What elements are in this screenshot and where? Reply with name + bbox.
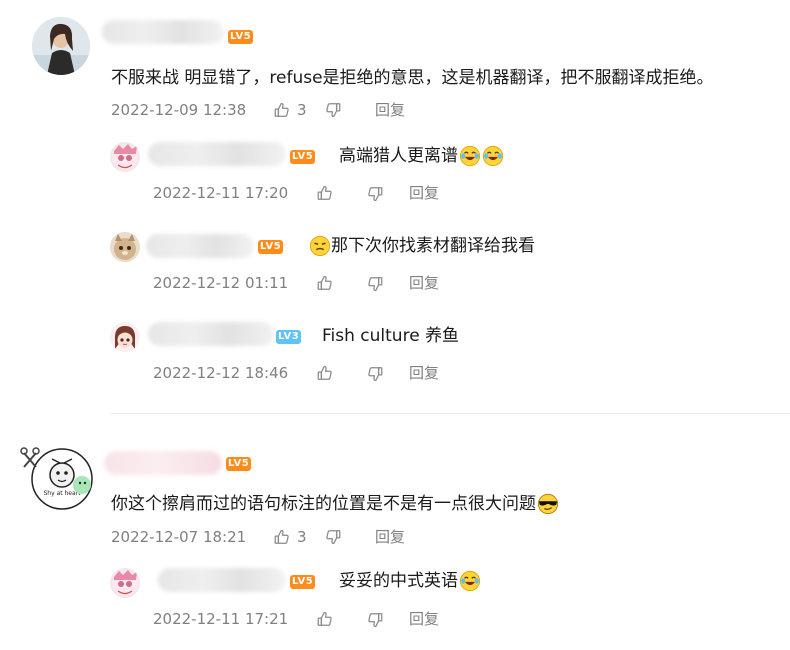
thumbs-up-icon — [273, 528, 291, 546]
user-level-badge: LV5 — [226, 457, 252, 471]
like-button[interactable] — [316, 364, 334, 382]
like-button[interactable] — [316, 184, 334, 202]
comment-text: 你这个擦肩而过的语句标注的位置是不是有一点很大问题 — [111, 493, 559, 515]
thumbs-up-icon — [316, 184, 334, 202]
comment-time: 2022-12-07 18:21 — [111, 528, 247, 546]
thumbs-down-icon — [324, 101, 342, 119]
dislike-button[interactable] — [366, 185, 384, 203]
reply-text: 高端猎人更离谱 — [339, 145, 504, 167]
like-count: 3 — [297, 101, 307, 119]
reply-button[interactable]: 回复 — [375, 100, 405, 120]
username[interactable] — [146, 234, 254, 258]
comment: LV5 不服来战 明显错了，refuse是拒绝的意思，这是机器翻译，把不服翻译成… — [0, 0, 790, 410]
thumbs-down-icon — [366, 275, 384, 293]
user-level-badge: LV5 — [290, 575, 316, 589]
thumbs-down-icon — [324, 528, 342, 546]
reply-button[interactable]: 回复 — [409, 273, 439, 293]
thumbs-down-icon — [366, 365, 384, 383]
reply-text-content: 妥妥的中式英语 — [339, 571, 458, 591]
avatar[interactable] — [32, 17, 90, 75]
like-button[interactable]: 3 — [273, 527, 307, 547]
reply-button[interactable]: 回复 — [409, 183, 439, 203]
avatar[interactable] — [110, 232, 140, 262]
reply-button[interactable]: 回复 — [409, 609, 439, 629]
comment-divider — [110, 413, 790, 414]
thumbs-up-icon — [316, 274, 334, 292]
dislike-button[interactable] — [366, 611, 384, 629]
reply-time: 2022-12-12 01:11 — [153, 274, 289, 292]
avatar[interactable]: Shy at heart — [20, 437, 98, 515]
thumbs-up-icon — [316, 610, 334, 628]
user-level-badge: LV3 — [276, 330, 302, 344]
dislike-button[interactable] — [324, 101, 342, 119]
reply-time: 2022-12-12 18:46 — [153, 364, 289, 382]
comment-time: 2022-12-09 12:38 — [111, 101, 247, 119]
reply-text-content: 那下次你找素材翻译给我看 — [331, 236, 535, 256]
reply-text: 妥妥的中式英语 — [339, 570, 481, 592]
username[interactable] — [148, 142, 286, 166]
thumbs-up-icon — [273, 101, 291, 119]
username[interactable] — [102, 20, 224, 44]
like-button[interactable] — [316, 610, 334, 628]
laugh-cry-emoji — [459, 570, 481, 592]
hmph-emoji — [309, 235, 331, 257]
dislike-button[interactable] — [366, 275, 384, 293]
avatar[interactable] — [110, 142, 140, 172]
laugh-cry-emoji — [482, 145, 504, 167]
laugh-cry-emoji — [459, 145, 481, 167]
reply-button[interactable]: 回复 — [409, 363, 439, 383]
avatar[interactable] — [110, 322, 140, 352]
dislike-button[interactable] — [324, 528, 342, 546]
reply-button[interactable]: 回复 — [375, 527, 405, 547]
avatar[interactable] — [110, 568, 140, 598]
like-count: 3 — [297, 528, 307, 546]
like-button[interactable]: 3 — [273, 100, 307, 120]
thumbs-down-icon — [366, 185, 384, 203]
reply-text: 那下次你找素材翻译给我看 — [308, 235, 535, 257]
sunglasses-emoji — [537, 493, 559, 515]
comment: Shy at heart LV5 你这个擦肩而过的语句标注的位置是不是有一点很大… — [0, 420, 790, 650]
username[interactable] — [104, 451, 222, 475]
comment-text: 不服来战 明显错了，refuse是拒绝的意思，这是机器翻译，把不服翻译成拒绝。 — [111, 68, 714, 88]
user-level-badge: LV5 — [228, 30, 254, 44]
dislike-button[interactable] — [366, 365, 384, 383]
username[interactable] — [158, 568, 286, 592]
reply-time: 2022-12-11 17:21 — [153, 610, 289, 628]
like-button[interactable] — [316, 274, 334, 292]
thumbs-up-icon — [316, 364, 334, 382]
reply-text: Fish culture 养鱼 — [322, 326, 460, 346]
username[interactable] — [148, 322, 274, 346]
user-level-badge: LV5 — [290, 150, 316, 164]
reply-time: 2022-12-11 17:20 — [153, 184, 289, 202]
comment-text-content: 你这个擦肩而过的语句标注的位置是不是有一点很大问题 — [111, 494, 536, 514]
reply-text-content: 高端猎人更离谱 — [339, 146, 458, 166]
thumbs-down-icon — [366, 611, 384, 629]
user-level-badge: LV5 — [258, 240, 284, 254]
